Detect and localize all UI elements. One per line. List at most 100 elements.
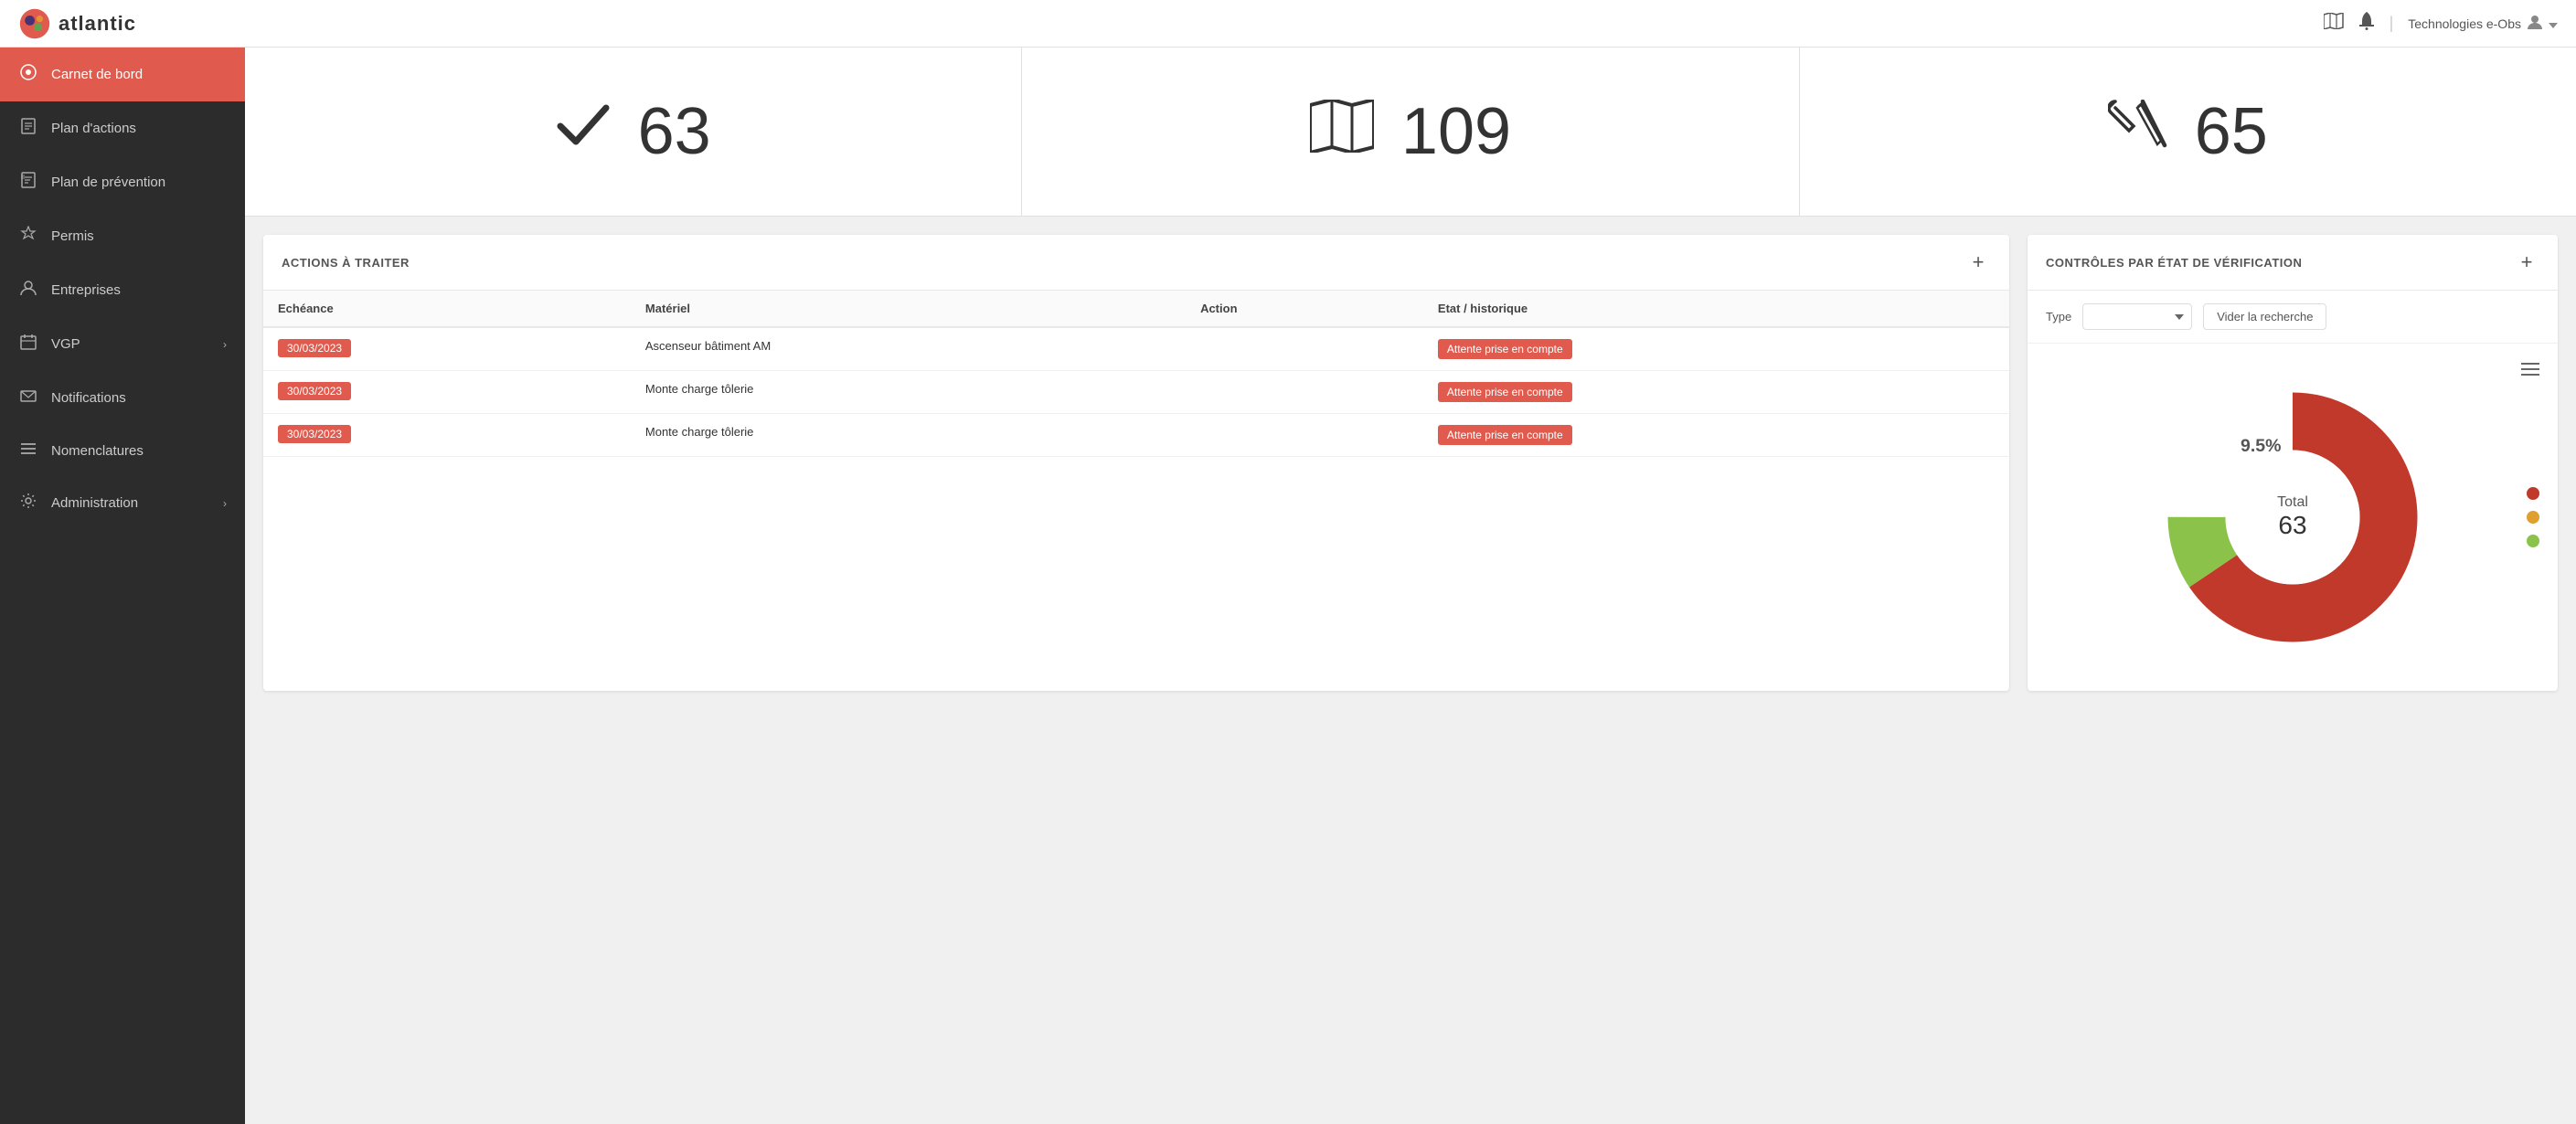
- date-badge: 30/03/2023: [278, 339, 351, 357]
- sidebar-item-entreprises[interactable]: Entreprises: [0, 263, 245, 317]
- stat-tools-icon: [2108, 100, 2167, 164]
- header-user[interactable]: Technologies e-Obs: [2408, 14, 2558, 33]
- table-row[interactable]: 30/03/2023 Monte charge tôlerie Attente …: [263, 414, 2009, 457]
- status-badge: Attente prise en compte: [1438, 425, 1572, 445]
- sidebar-item-label-notifications: Notifications: [51, 390, 227, 406]
- cell-date: 30/03/2023: [263, 327, 631, 371]
- chart-pct-label: 9.5%: [2241, 436, 2281, 456]
- sidebar-item-carnet-de-bord[interactable]: Carnet de bord: [0, 48, 245, 101]
- col-etat: Etat / historique: [1423, 291, 2009, 327]
- actions-table-container: Echéance Matériel Action Etat / historiq…: [263, 291, 2009, 457]
- top-header: atlantic | Technologies e-Obs: [0, 0, 2576, 48]
- cell-status: Attente prise en compte: [1423, 414, 2009, 457]
- logo-area: atlantic: [18, 7, 136, 40]
- donut-total-label: Total: [2277, 494, 2308, 511]
- controles-panel-title: CONTRÔLES PAR ÉTAT DE VÉRIFICATION: [2046, 256, 2302, 270]
- cell-action: [1186, 327, 1423, 371]
- stats-row: 63 109: [245, 48, 2576, 217]
- sidebar-item-notifications[interactable]: Notifications: [0, 371, 245, 425]
- notification-bell-icon[interactable]: [2358, 12, 2375, 35]
- sidebar-item-nomenclatures[interactable]: Nomenclatures: [0, 425, 245, 476]
- atlantic-logo: [18, 7, 51, 40]
- chart-menu-icon[interactable]: [2521, 362, 2539, 381]
- col-echeance: Echéance: [263, 291, 631, 327]
- sidebar-item-label-nomenclatures: Nomenclatures: [51, 443, 227, 459]
- nomenclatures-icon: [18, 441, 38, 460]
- user-name: Technologies e-Obs: [2408, 16, 2521, 31]
- cell-materiel: Monte charge tôlerie: [631, 414, 1186, 457]
- administration-chevron-icon: ›: [223, 497, 227, 510]
- sidebar-item-plan-actions[interactable]: Plan d'actions: [0, 101, 245, 155]
- notifications-icon: [18, 387, 38, 408]
- sidebar-item-label-plan-actions: Plan d'actions: [51, 121, 227, 136]
- cell-action: [1186, 414, 1423, 457]
- status-badge: Attente prise en compte: [1438, 339, 1572, 359]
- table-row[interactable]: 30/03/2023 Monte charge tôlerie Attente …: [263, 371, 2009, 414]
- sidebar-item-administration[interactable]: Administration ›: [0, 476, 245, 530]
- cell-materiel: Monte charge tôlerie: [631, 371, 1186, 414]
- sidebar-item-label-vgp: VGP: [51, 336, 210, 352]
- cell-date: 30/03/2023: [263, 414, 631, 457]
- stat-value-tools: 65: [2195, 94, 2268, 169]
- actions-panel-header: ACTIONS À TRAITER +: [263, 235, 2009, 291]
- stat-card-tools[interactable]: 65: [1800, 48, 2576, 216]
- table-header-row: Echéance Matériel Action Etat / historiq…: [263, 291, 2009, 327]
- plan-prevention-icon: [18, 172, 38, 193]
- plan-actions-icon: [18, 118, 38, 139]
- sidebar-item-plan-prevention[interactable]: Plan de prévention: [0, 155, 245, 209]
- actions-panel: ACTIONS À TRAITER + Echéance Matériel Ac…: [263, 235, 2009, 691]
- legend-dot-orange: [2527, 511, 2539, 524]
- sidebar-item-label-carnet: Carnet de bord: [51, 67, 227, 82]
- sidebar: Carnet de bord Plan d'actions: [0, 48, 245, 1124]
- controles-add-button[interactable]: +: [2514, 249, 2539, 275]
- stat-card-map[interactable]: 109: [1022, 48, 1799, 216]
- clear-filter-button[interactable]: Vider la recherche: [2203, 303, 2326, 330]
- chart-area: 9.5% Total 63: [2028, 344, 2558, 691]
- cell-status: Attente prise en compte: [1423, 371, 2009, 414]
- donut-total-num: 63: [2277, 511, 2308, 540]
- controles-panel-header: CONTRÔLES PAR ÉTAT DE VÉRIFICATION +: [2028, 235, 2558, 291]
- chart-legend: [2527, 487, 2539, 547]
- actions-table: Echéance Matériel Action Etat / historiq…: [263, 291, 2009, 457]
- header-right: | Technologies e-Obs: [2324, 12, 2558, 35]
- controles-panel: CONTRÔLES PAR ÉTAT DE VÉRIFICATION + Typ…: [2028, 235, 2558, 691]
- col-action: Action: [1186, 291, 1423, 327]
- donut-chart: 9.5% Total 63: [2156, 380, 2430, 654]
- legend-dot-green: [2527, 535, 2539, 547]
- legend-dot-red: [2527, 487, 2539, 500]
- date-badge: 30/03/2023: [278, 382, 351, 400]
- col-materiel: Matériel: [631, 291, 1186, 327]
- status-badge: Attente prise en compte: [1438, 382, 1572, 402]
- header-divider: |: [2390, 14, 2394, 33]
- filter-row: Type Vider la recherche: [2028, 291, 2558, 344]
- cell-materiel: Ascenseur bâtiment AM: [631, 327, 1186, 371]
- panels-row: ACTIONS À TRAITER + Echéance Matériel Ac…: [245, 217, 2576, 709]
- cell-date: 30/03/2023: [263, 371, 631, 414]
- sidebar-item-label-entreprises: Entreprises: [51, 282, 227, 298]
- user-avatar-icon: [2527, 14, 2543, 33]
- cell-status: Attente prise en compte: [1423, 327, 2009, 371]
- check-icon: [556, 101, 611, 163]
- sidebar-item-permis[interactable]: Permis: [0, 209, 245, 263]
- table-row[interactable]: 30/03/2023 Ascenseur bâtiment AM Attente…: [263, 327, 2009, 371]
- main-layout: Carnet de bord Plan d'actions: [0, 48, 2576, 1124]
- sidebar-item-vgp[interactable]: VGP ›: [0, 317, 245, 371]
- actions-add-button[interactable]: +: [1965, 249, 1991, 275]
- user-chevron-icon: [2549, 16, 2558, 31]
- stat-card-check[interactable]: 63: [245, 48, 1022, 216]
- sidebar-item-label-administration: Administration: [51, 495, 210, 511]
- stat-value-check: 63: [638, 94, 711, 169]
- sidebar-item-label-permis: Permis: [51, 228, 227, 244]
- carnet-icon: [18, 64, 38, 85]
- vgp-chevron-icon: ›: [223, 338, 227, 351]
- date-badge: 30/03/2023: [278, 425, 351, 443]
- entreprises-icon: [18, 280, 38, 301]
- map-icon[interactable]: [2324, 13, 2344, 34]
- actions-panel-title: ACTIONS À TRAITER: [282, 256, 410, 270]
- filter-type-select[interactable]: [2082, 303, 2192, 330]
- cell-action: [1186, 371, 1423, 414]
- stat-map-icon: [1310, 100, 1374, 164]
- vgp-icon: [18, 334, 38, 355]
- filter-type-label: Type: [2046, 310, 2071, 323]
- sidebar-item-label-plan-prevention: Plan de prévention: [51, 175, 227, 190]
